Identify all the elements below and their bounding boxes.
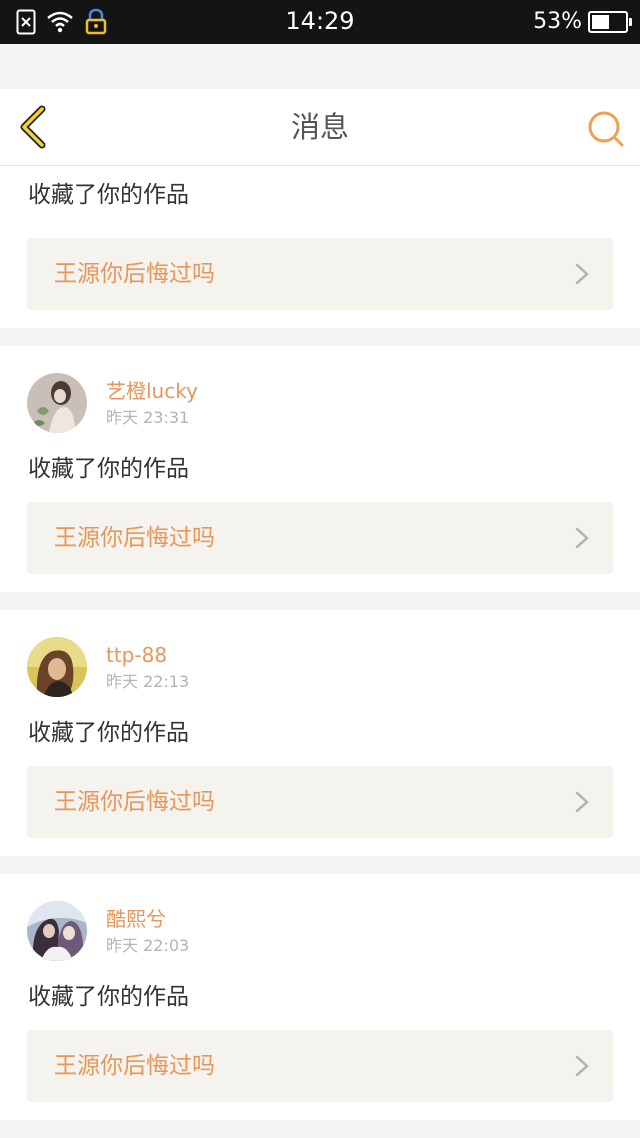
avatar-image (27, 637, 87, 697)
action-text: 收藏了你的作品 (28, 984, 189, 1010)
battery-percent: 53% (533, 9, 582, 34)
battery-icon (588, 11, 632, 33)
action-text: 收藏了你的作品 (28, 456, 189, 482)
timestamp: 昨天 22:13 (106, 672, 190, 691)
username[interactable]: 艺橙lucky (106, 379, 198, 403)
username[interactable]: 酷熙兮 (106, 907, 166, 931)
action-text: 收藏了你的作品 (28, 182, 189, 208)
action-text: 收藏了你的作品 (28, 720, 189, 746)
chevron-right-icon (575, 527, 589, 549)
status-bar: 14:29 53% (0, 0, 640, 44)
avatar[interactable] (27, 637, 87, 697)
timestamp: 昨天 23:31 (106, 408, 190, 427)
avatar[interactable] (27, 901, 87, 961)
notification-card: 酷熙兮 昨天 22:03 收藏了你的作品 王源你后悔过吗 (0, 874, 640, 1120)
chevron-right-icon (575, 1055, 589, 1077)
status-icons-right: 53% (533, 7, 632, 37)
chevron-right-icon (575, 263, 589, 285)
avatar[interactable] (27, 373, 87, 433)
work-title: 王源你后悔过吗 (54, 261, 215, 287)
work-title: 王源你后悔过吗 (54, 525, 215, 551)
avatar-image (27, 901, 87, 961)
page-title: 消息 (290, 110, 349, 144)
notification-card: 艺橙lucky 昨天 23:31 收藏了你的作品 王源你后悔过吗 (0, 346, 640, 592)
work-link[interactable]: 王源你后悔过吗 (27, 766, 613, 838)
chevron-right-icon (575, 791, 589, 813)
nav-bar: 消息 (0, 89, 640, 166)
notification-card: 收藏了你的作品 王源你后悔过吗 (0, 166, 640, 328)
notification-list: 收藏了你的作品 王源你后悔过吗 艺橙lucky 昨天 23:31 收藏了你的作品… (0, 166, 640, 1138)
timestamp: 昨天 22:03 (106, 936, 190, 955)
notification-card: ttp-88 昨天 22:13 收藏了你的作品 王源你后悔过吗 (0, 610, 640, 856)
battery-fill (592, 15, 609, 29)
username[interactable]: ttp-88 (106, 643, 167, 667)
work-link[interactable]: 王源你后悔过吗 (27, 502, 613, 574)
work-link[interactable]: 王源你后悔过吗 (27, 238, 613, 310)
work-title: 王源你后悔过吗 (54, 789, 215, 815)
avatar-image (27, 373, 87, 433)
work-title: 王源你后悔过吗 (54, 1053, 215, 1079)
work-link[interactable]: 王源你后悔过吗 (27, 1030, 613, 1102)
search-icon[interactable] (586, 109, 626, 149)
